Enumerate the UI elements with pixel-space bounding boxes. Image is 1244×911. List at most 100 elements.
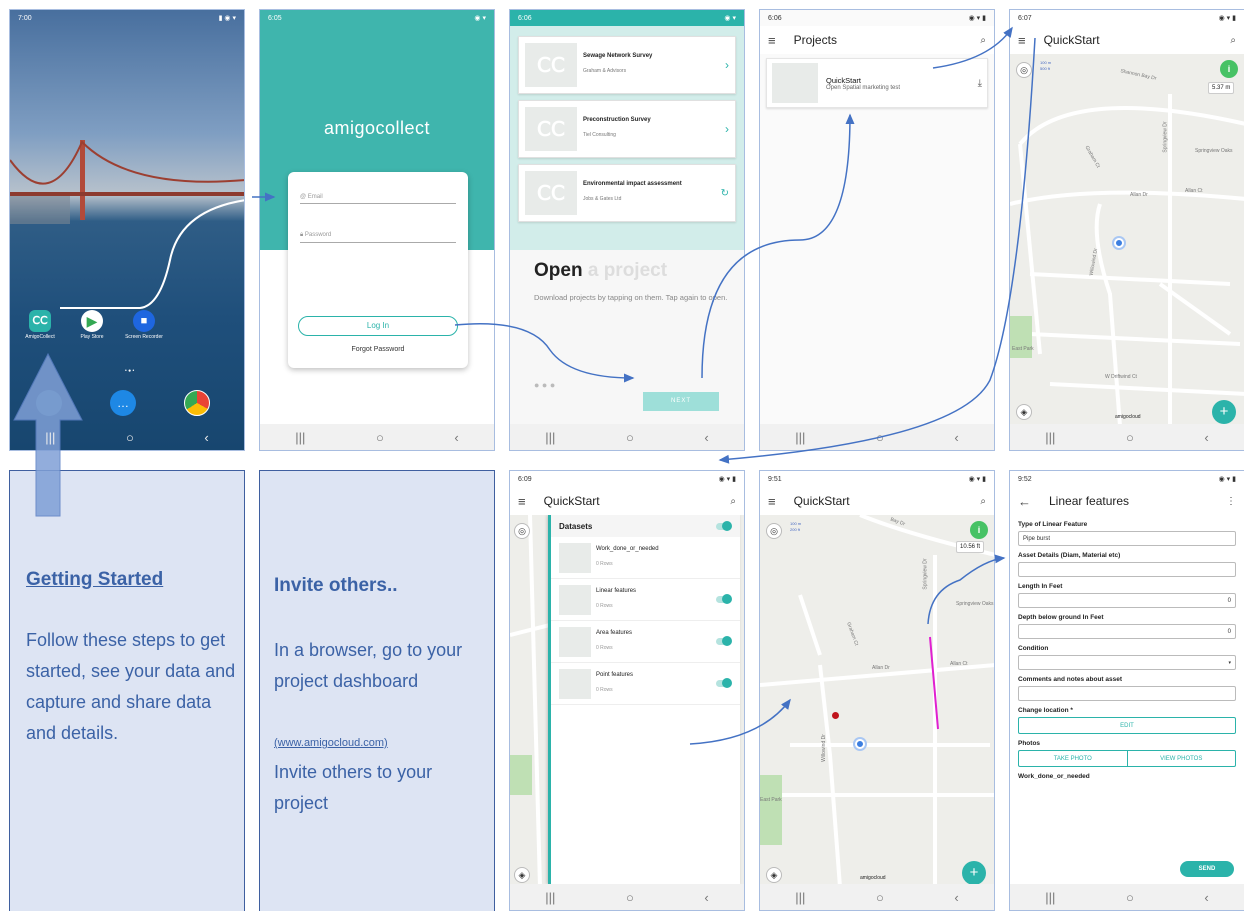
dataset-row[interactable]: Work_done_or_needed 0 Rows [551, 537, 740, 579]
info-icon[interactable]: i [970, 521, 988, 539]
project-card[interactable]: ⅭⅭ Preconstruction Survey Tiel Consulting › [518, 100, 736, 158]
locate-icon[interactable]: ◎ [766, 523, 782, 539]
hamburger-menu-icon[interactable]: ≡ [768, 494, 776, 509]
status-time: 7:00 [18, 14, 32, 22]
back-arrow-icon[interactable]: ← [1018, 494, 1031, 509]
hamburger-menu-icon[interactable]: ≡ [768, 33, 776, 48]
add-feature-button[interactable]: + [1212, 400, 1236, 424]
home-icon[interactable]: ○ [626, 430, 634, 445]
home-icon[interactable]: ○ [1126, 890, 1134, 905]
download-icon[interactable]: ⤓ [978, 78, 982, 89]
add-feature-button[interactable]: + [962, 861, 986, 884]
locate-icon[interactable]: ◎ [1016, 62, 1032, 78]
length-field[interactable]: 0 [1018, 593, 1236, 608]
nav-bar: ||| ○ ‹ [510, 884, 744, 910]
play-store-icon: ▶ [81, 310, 103, 332]
panel-title: Invite others.. [274, 575, 398, 596]
condition-select[interactable]: ▾ [1018, 655, 1236, 670]
project-card[interactable]: QuickStart Open Spatial marketing test ⤓ [766, 58, 988, 108]
search-icon[interactable]: ⌕ [730, 496, 736, 507]
search-icon[interactable]: ⌕ [980, 496, 986, 507]
nav-bar: ||| ○ ‹ [760, 884, 994, 910]
view-photos-button[interactable]: VIEW PHOTOS [1127, 750, 1236, 767]
onboarding-phone: 6:06 ◉ ▾ ⅭⅭ Sewage Network Survey Graham & … [509, 9, 745, 451]
recents-icon[interactable]: ||| [295, 430, 305, 445]
hamburger-menu-icon[interactable]: ≡ [1018, 33, 1026, 48]
chrome-icon[interactable] [184, 390, 210, 416]
recents-icon[interactable]: ||| [545, 890, 555, 905]
search-icon[interactable]: ⌕ [1230, 35, 1236, 46]
dataset-toggle[interactable] [716, 678, 732, 688]
loading-icon: ↻ [720, 187, 729, 199]
app-play-store[interactable]: ▶ Play Store [72, 310, 112, 340]
status-time: 9:51 [768, 475, 782, 483]
back-icon[interactable]: ‹ [954, 430, 958, 445]
dataset-row[interactable]: Area features 0 Rows [551, 621, 740, 663]
app-screen-recorder[interactable]: ■ Screen Recorder [124, 310, 164, 340]
feature-form: Type of Linear Feature Pipe burst Asset … [1010, 521, 1244, 780]
captured-point-marker [832, 712, 839, 719]
recents-icon[interactable]: ||| [45, 430, 55, 445]
dataset-row[interactable]: Point features 0 Rows [551, 663, 740, 705]
recents-icon[interactable]: ||| [1045, 890, 1055, 905]
home-icon[interactable]: ○ [126, 430, 134, 445]
nav-bar: ||| ○ ‹ [1010, 884, 1244, 910]
login-button[interactable]: Log In [298, 316, 458, 336]
home-icon[interactable]: ○ [876, 430, 884, 445]
comments-field[interactable] [1018, 686, 1236, 701]
home-icon[interactable]: ○ [1126, 430, 1134, 445]
back-icon[interactable]: ‹ [454, 430, 458, 445]
dataset-toggle[interactable] [716, 594, 732, 604]
back-icon[interactable]: ‹ [954, 890, 958, 905]
project-title: QuickStart [826, 75, 862, 85]
app-amigocollect[interactable]: ⅭⅭ AmigoCollect [20, 310, 60, 340]
project-subtitle: Open Spatial marketing test [826, 84, 901, 91]
back-icon[interactable]: ‹ [704, 890, 708, 905]
take-photo-button[interactable]: TAKE PHOTO [1018, 750, 1128, 767]
depth-field[interactable]: 0 [1018, 624, 1236, 639]
next-button[interactable]: NEXT [643, 392, 719, 411]
back-icon[interactable]: ‹ [704, 430, 708, 445]
edit-location-button[interactable]: EDIT [1018, 717, 1236, 734]
page-title: Projects [793, 33, 837, 47]
project-card[interactable]: ⅭⅭ Environmental impact assessment Jobs & … [518, 164, 736, 222]
asset-details-field[interactable] [1018, 562, 1236, 577]
layers-icon[interactable]: ◈ [1016, 404, 1032, 420]
messages-icon[interactable]: … [110, 390, 136, 416]
hamburger-menu-icon[interactable]: ≡ [518, 494, 526, 509]
back-icon[interactable]: ‹ [1204, 430, 1208, 445]
dashboard-link[interactable]: (www.amigocloud.com) [274, 737, 388, 749]
project-card[interactable]: ⅭⅭ Sewage Network Survey Graham & Advisors… [518, 36, 736, 94]
type-field[interactable]: Pipe burst [1018, 531, 1236, 546]
map-view[interactable]: 100 m 500 ft ◎ i 5.37 m Shannon Bay Dr Gr… [1010, 54, 1244, 424]
back-icon[interactable]: ‹ [204, 430, 208, 445]
onboarding-description: Download projects by tapping on them. Ta… [534, 293, 728, 302]
layers-icon[interactable]: ◈ [514, 867, 530, 883]
home-icon[interactable]: ○ [376, 430, 384, 445]
locate-icon[interactable]: ◎ [514, 523, 530, 539]
info-icon[interactable]: i [1220, 60, 1238, 78]
datasets-toggle[interactable] [716, 520, 732, 531]
dataset-row[interactable]: Linear features 0 Rows [551, 579, 740, 621]
recents-icon[interactable]: ||| [545, 430, 555, 445]
map-view[interactable]: 100 m 200 ft ◎ i 10.56 ft Bay Dr Springvi… [760, 515, 994, 884]
map-roads [1010, 94, 1244, 424]
send-button[interactable]: SEND [1180, 861, 1234, 877]
project-thumbnail [772, 63, 818, 103]
back-icon[interactable]: ‹ [1204, 890, 1208, 905]
page-title: QuickStart [543, 494, 600, 508]
layers-icon[interactable]: ◈ [766, 867, 782, 883]
email-field[interactable]: @ Email [300, 194, 456, 204]
password-field[interactable]: 🔒︎ Password [300, 232, 456, 243]
home-icon[interactable]: ○ [876, 890, 884, 905]
recents-icon[interactable]: ||| [795, 430, 805, 445]
dataset-toggle[interactable] [716, 636, 732, 646]
recents-icon[interactable]: ||| [795, 890, 805, 905]
forgot-password-link[interactable]: Forgot Password [288, 346, 468, 353]
home-icon[interactable]: ○ [626, 890, 634, 905]
overflow-menu-icon[interactable]: ⋮ [1226, 496, 1236, 507]
chevron-right-icon: › [725, 122, 729, 136]
map-scale: 100 m 200 ft [790, 521, 802, 532]
search-icon[interactable]: ⌕ [980, 35, 986, 46]
recents-icon[interactable]: ||| [1045, 430, 1055, 445]
